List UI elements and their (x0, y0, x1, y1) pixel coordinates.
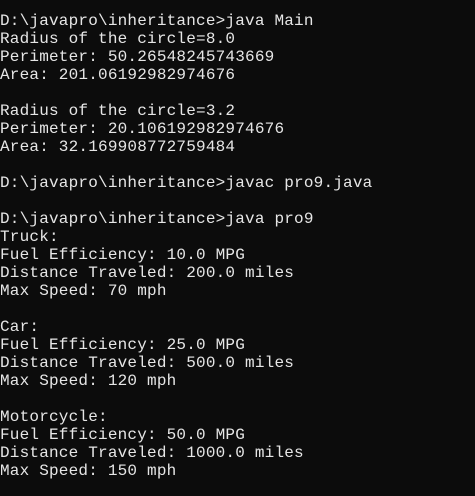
output-line: Distance Traveled: 1000.0 miles (0, 444, 304, 462)
output-line: Fuel Efficiency: 10.0 MPG (0, 246, 246, 264)
output-line: Max Speed: 70 mph (0, 282, 167, 300)
output-line: Distance Traveled: 500.0 miles (0, 354, 295, 372)
output-line: Area: 201.06192982974676 (0, 66, 236, 84)
output-line: Max Speed: 120 mph (0, 372, 177, 390)
output-line: Fuel Efficiency: 25.0 MPG (0, 336, 246, 354)
output-line: Perimeter: 50.26548245743669 (0, 48, 275, 66)
output-line: Area: 32.169908772759484 (0, 138, 236, 156)
output-line: Max Speed: 150 mph (0, 462, 177, 480)
output-line: Radius of the circle=8.0 (0, 30, 236, 48)
prompt-line: D:\javapro\inheritance>java Main (0, 12, 314, 30)
output-line: Fuel Efficiency: 50.0 MPG (0, 426, 246, 444)
prompt-line: D:\javapro\inheritance>java pro9 (0, 210, 314, 228)
output-line: Motorcycle: (0, 408, 108, 426)
terminal-output[interactable]: D:\javapro\inheritance>java Main Radius … (0, 0, 475, 496)
prompt-line: D:\javapro\inheritance>javac pro9.java (0, 174, 373, 192)
output-line: Truck: (0, 228, 59, 246)
output-line: Perimeter: 20.106192982974676 (0, 120, 285, 138)
output-line: Distance Traveled: 200.0 miles (0, 264, 295, 282)
output-line: Radius of the circle=3.2 (0, 102, 236, 120)
output-line: Car: (0, 318, 40, 336)
